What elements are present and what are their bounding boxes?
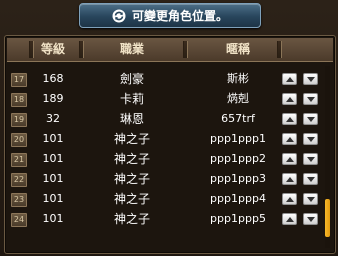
nickname-cell: ppp1ppp2 [210, 152, 266, 165]
header-job: 職業 [119, 42, 144, 56]
header-separator [277, 41, 282, 58]
job-cell: 神之子 [113, 132, 150, 146]
table-row[interactable]: 19 32 琳恩 657trf [7, 109, 319, 129]
level-cell: 101 [42, 172, 64, 185]
table-row[interactable]: 17 168 劍豪 斯彬 [7, 69, 319, 89]
job-cell: 神之子 [113, 172, 150, 186]
nickname-cell: 657trf [221, 112, 255, 125]
nickname-cell: 焫剋 [227, 92, 249, 105]
header-level: 等級 [40, 42, 65, 56]
move-up-button[interactable] [282, 113, 297, 125]
move-down-button[interactable] [303, 73, 318, 85]
nickname-cell: ppp1ppp4 [210, 192, 266, 205]
rank-badge: 21 [11, 153, 27, 167]
arrow-down-icon [306, 216, 315, 222]
move-up-button[interactable] [282, 133, 297, 145]
arrow-down-icon [306, 196, 315, 202]
arrow-up-icon [285, 176, 294, 182]
arrow-down-icon [306, 136, 315, 142]
job-cell: 神之子 [113, 152, 150, 166]
job-cell: 卡莉 [119, 92, 144, 106]
level-cell: 101 [42, 152, 64, 165]
header-nickname: 暱稱 [225, 42, 250, 56]
nickname-cell: ppp1ppp1 [210, 132, 266, 145]
table-row[interactable]: 18 189 卡莉 焫剋 [7, 89, 319, 109]
level-cell: 189 [42, 92, 64, 105]
arrow-down-icon [306, 116, 315, 122]
job-cell: 神之子 [113, 212, 150, 226]
level-cell: 101 [42, 132, 64, 145]
move-down-button[interactable] [303, 113, 318, 125]
title-bar: 可變更角色位置。 [79, 3, 261, 28]
list-header: 等級 職業 暱稱 [7, 38, 333, 62]
header-separator [79, 41, 84, 58]
level-cell: 168 [42, 72, 64, 85]
table-row[interactable]: 21 101 神之子 ppp1ppp2 [7, 149, 319, 169]
job-cell: 神之子 [113, 192, 150, 206]
move-up-button[interactable] [282, 213, 297, 225]
arrow-up-icon [285, 196, 294, 202]
rank-badge: 23 [11, 193, 27, 207]
arrow-down-icon [306, 156, 315, 162]
move-up-button[interactable] [282, 193, 297, 205]
rank-badge: 24 [11, 213, 27, 227]
nickname-cell: 斯彬 [227, 72, 249, 85]
level-cell: 101 [42, 192, 64, 205]
job-cell: 劍豪 [119, 72, 144, 86]
arrow-up-icon [285, 116, 294, 122]
table-row[interactable]: 24 101 神之子 ppp1ppp5 [7, 209, 319, 229]
move-down-button[interactable] [303, 133, 318, 145]
move-down-button[interactable] [303, 153, 318, 165]
move-down-button[interactable] [303, 213, 318, 225]
rank-badge: 20 [11, 133, 27, 147]
refresh-icon [112, 9, 126, 22]
move-up-button[interactable] [282, 153, 297, 165]
move-down-button[interactable] [303, 93, 318, 105]
rank-badge: 18 [11, 93, 27, 107]
move-up-button[interactable] [282, 73, 297, 85]
character-order-window: 可變更角色位置。 等級 職業 暱稱 17 168 劍豪 斯彬 18 189 卡莉… [0, 0, 338, 256]
arrow-up-icon [285, 96, 294, 102]
move-down-button[interactable] [303, 173, 318, 185]
move-down-button[interactable] [303, 193, 318, 205]
level-cell: 32 [46, 112, 60, 125]
table-row[interactable]: 20 101 神之子 ppp1ppp1 [7, 129, 319, 149]
arrow-up-icon [285, 216, 294, 222]
nickname-cell: ppp1ppp3 [210, 172, 266, 185]
arrow-up-icon [285, 76, 294, 82]
character-rows: 17 168 劍豪 斯彬 18 189 卡莉 焫剋 19 32 琳恩 657tr… [7, 69, 319, 229]
character-list-panel: 等級 職業 暱稱 17 168 劍豪 斯彬 18 189 卡莉 焫剋 19 32… [4, 35, 336, 254]
job-cell: 琳恩 [119, 112, 144, 126]
level-cell: 101 [42, 212, 64, 225]
move-up-button[interactable] [282, 93, 297, 105]
scrollbar-thumb[interactable] [325, 199, 330, 237]
title-text: 可變更角色位置。 [131, 9, 228, 23]
rank-badge: 19 [11, 113, 27, 127]
arrow-down-icon [306, 76, 315, 82]
header-separator [183, 41, 188, 58]
move-up-button[interactable] [282, 173, 297, 185]
arrow-up-icon [285, 156, 294, 162]
nickname-cell: ppp1ppp5 [210, 212, 266, 225]
rank-badge: 22 [11, 173, 27, 187]
arrow-down-icon [306, 176, 315, 182]
arrow-up-icon [285, 136, 294, 142]
table-row[interactable]: 23 101 神之子 ppp1ppp4 [7, 189, 319, 209]
arrow-down-icon [306, 96, 315, 102]
table-row[interactable]: 22 101 神之子 ppp1ppp3 [7, 169, 319, 189]
rank-badge: 17 [11, 73, 27, 87]
